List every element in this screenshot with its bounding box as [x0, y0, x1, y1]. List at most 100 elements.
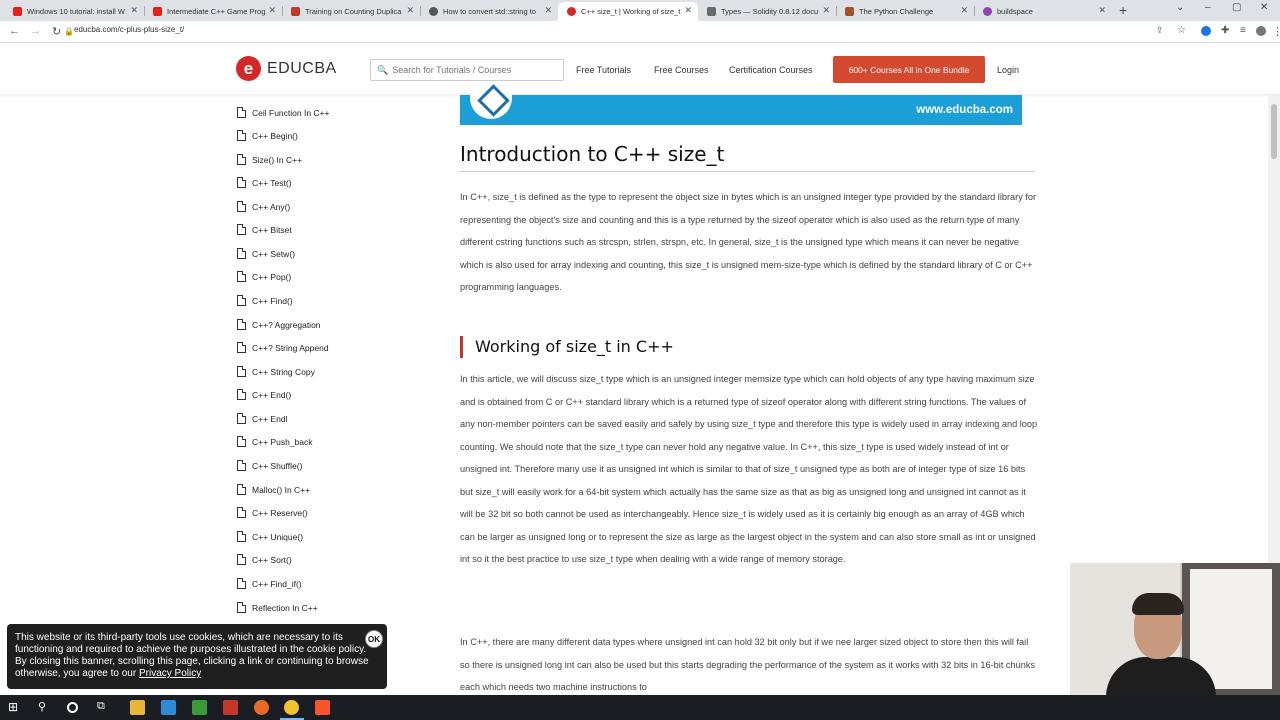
sidebar-item[interactable]: C++? Aggregation: [237, 319, 321, 330]
chevron-down-icon[interactable]: ⌄: [1176, 2, 1184, 13]
sidebar-item-label: Reflection In C++: [252, 602, 318, 613]
browser-tab[interactable]: Training on Counting Duplica ✕: [282, 2, 420, 21]
sidebar-item[interactable]: Reflection In C++: [237, 602, 318, 613]
app-icon[interactable]: [223, 700, 238, 715]
sidebar-item[interactable]: C++ Find_if(): [237, 578, 302, 589]
sidebar-item-label: Size() In C++: [252, 154, 303, 165]
sidebar-item[interactable]: C++ Test(): [237, 177, 292, 188]
document-icon: [237, 389, 246, 400]
document-icon: [237, 531, 246, 542]
browser-tab[interactable]: Windows 10 tutorial: install W ✕: [4, 2, 144, 21]
document-icon: [237, 224, 246, 235]
privacy-policy-link[interactable]: Privacy Policy: [139, 668, 201, 679]
browser-tab[interactable]: buildspace ✕: [974, 2, 1112, 21]
sidebar-item[interactable]: C++ Setw(): [237, 248, 295, 259]
sidebar-item[interactable]: C++ Reserve(): [237, 507, 308, 518]
puzzle-icon[interactable]: ✚: [1221, 25, 1229, 36]
document-icon: [237, 484, 246, 495]
sidebar-item-label: C++ Find_if(): [252, 578, 302, 589]
chrome-icon[interactable]: [284, 700, 299, 715]
browser-tab[interactable]: Intermediate C++ Game Prog ✕: [144, 2, 282, 21]
close-icon[interactable]: ✕: [544, 5, 552, 16]
windows-start-icon[interactable]: ⊞: [8, 700, 23, 715]
tab-title: Windows 10 tutorial: install W: [27, 7, 125, 16]
brave-icon[interactable]: [315, 700, 330, 715]
vscode-icon[interactable]: [161, 700, 176, 715]
search-input[interactable]: [392, 65, 553, 75]
share-icon[interactable]: ⇪: [1156, 25, 1164, 36]
bundle-button[interactable]: 600+ Courses All in One Bundle: [833, 56, 985, 83]
sidebar-item-label: C++ Pop(): [252, 271, 292, 282]
search-icon[interactable]: ⚲: [38, 700, 53, 715]
sidebar-item-label: C++ Unique(): [252, 531, 304, 542]
browser-tab[interactable]: Types — Solidity 0.8.12 docu ✕: [698, 2, 836, 21]
document-icon: [237, 413, 246, 424]
nav-free-courses[interactable]: Free Courses: [654, 65, 709, 75]
section-heading: Working of size_t in C++: [460, 336, 674, 358]
folder-icon[interactable]: [130, 700, 145, 715]
document-icon: [237, 507, 246, 518]
minimize-button[interactable]: –: [1205, 2, 1211, 13]
media-icon[interactable]: ≡: [1240, 25, 1246, 36]
sidebar-item[interactable]: C++ Endl: [237, 413, 287, 424]
sidebar-item[interactable]: C++ Any(): [237, 201, 290, 212]
close-icon[interactable]: ✕: [268, 5, 276, 16]
sidebar-item[interactable]: C++ Pop(): [237, 271, 291, 282]
menu-icon[interactable]: ⋮: [1272, 25, 1280, 38]
profile-avatar[interactable]: [1256, 26, 1266, 36]
extension-icon[interactable]: [1201, 26, 1211, 36]
forward-arrow-icon[interactable]: →: [30, 25, 41, 37]
nav-certification-courses[interactable]: Certification Courses: [729, 65, 813, 75]
search-icon[interactable]: 🔍: [377, 65, 388, 76]
sidebar-item[interactable]: Ceil Function In C++: [237, 107, 329, 118]
sidebar-item[interactable]: Size() In C++: [237, 154, 302, 165]
sidebar-item-label: C++? String Append: [252, 342, 329, 353]
document-icon: [237, 578, 246, 589]
task-view-icon[interactable]: ⧉: [97, 700, 112, 715]
browser-tab[interactable]: The Python Challenge ✕: [836, 2, 974, 21]
sidebar-item[interactable]: C++ Unique(): [237, 531, 303, 542]
browser-tab-strip: Windows 10 tutorial: install W ✕ Interme…: [0, 0, 1280, 21]
close-icon[interactable]: ✕: [1098, 5, 1106, 16]
close-icon[interactable]: ✕: [130, 5, 138, 16]
sidebar-item[interactable]: C++ End(): [237, 389, 291, 400]
sidebar-item[interactable]: C++? String Append: [237, 342, 329, 353]
maximize-button[interactable]: ▢: [1232, 2, 1241, 13]
sidebar-item-label: C++ Sort(): [252, 554, 292, 565]
cookie-ok-button[interactable]: OK: [365, 630, 383, 648]
sidebar-item[interactable]: C++ Shuffle(): [237, 460, 302, 471]
reload-icon[interactable]: ↻: [52, 25, 61, 38]
close-icon[interactable]: ✕: [684, 5, 692, 16]
browser-tab[interactable]: How to convert std::string to ✕: [420, 2, 558, 21]
star-icon[interactable]: ☆: [1177, 25, 1186, 36]
tab-title: C++ size_t | Working of size_t: [581, 7, 681, 16]
sidebar-item[interactable]: C++ Find(): [237, 295, 293, 306]
sidebar-item[interactable]: C++ Begin(): [237, 130, 298, 141]
sidebar-item[interactable]: Malloc() In C++: [237, 484, 310, 495]
url-field[interactable]: educba.com/c-plus-plus-size_t/: [74, 25, 184, 34]
document-icon: [237, 201, 246, 212]
sidebar-item[interactable]: C++ String Copy: [237, 366, 315, 377]
excel-icon[interactable]: [192, 700, 207, 715]
educba-badge-icon: [470, 85, 512, 119]
article-title: Introduction to C++ size_t: [460, 142, 725, 166]
firefox-icon[interactable]: [254, 700, 269, 715]
close-icon[interactable]: ✕: [960, 5, 968, 16]
nav-free-tutorials[interactable]: Free Tutorials: [576, 65, 631, 75]
back-arrow-icon[interactable]: ←: [9, 25, 20, 37]
close-window-button[interactable]: ✕: [1260, 2, 1268, 13]
sidebar-item-label: C++ Bitset: [252, 224, 292, 235]
sidebar-item[interactable]: C++ Push_back: [237, 436, 312, 447]
sidebar-item[interactable]: C++ Sort(): [237, 554, 292, 565]
cortana-icon[interactable]: [67, 702, 78, 713]
login-link[interactable]: Login: [997, 65, 1019, 75]
educba-logo[interactable]: e EDUCBA: [236, 56, 337, 81]
browser-tab-active[interactable]: C++ size_t | Working of size_t ✕: [558, 2, 698, 21]
document-icon: [237, 319, 246, 330]
close-icon[interactable]: ✕: [822, 5, 830, 16]
close-icon[interactable]: ✕: [406, 5, 414, 16]
sidebar-item-label: C++ Any(): [252, 201, 291, 212]
new-tab-button[interactable]: +: [1119, 2, 1127, 18]
scrollbar-thumb[interactable]: [1271, 104, 1277, 159]
sidebar-item[interactable]: C++ Bitset: [237, 224, 292, 235]
